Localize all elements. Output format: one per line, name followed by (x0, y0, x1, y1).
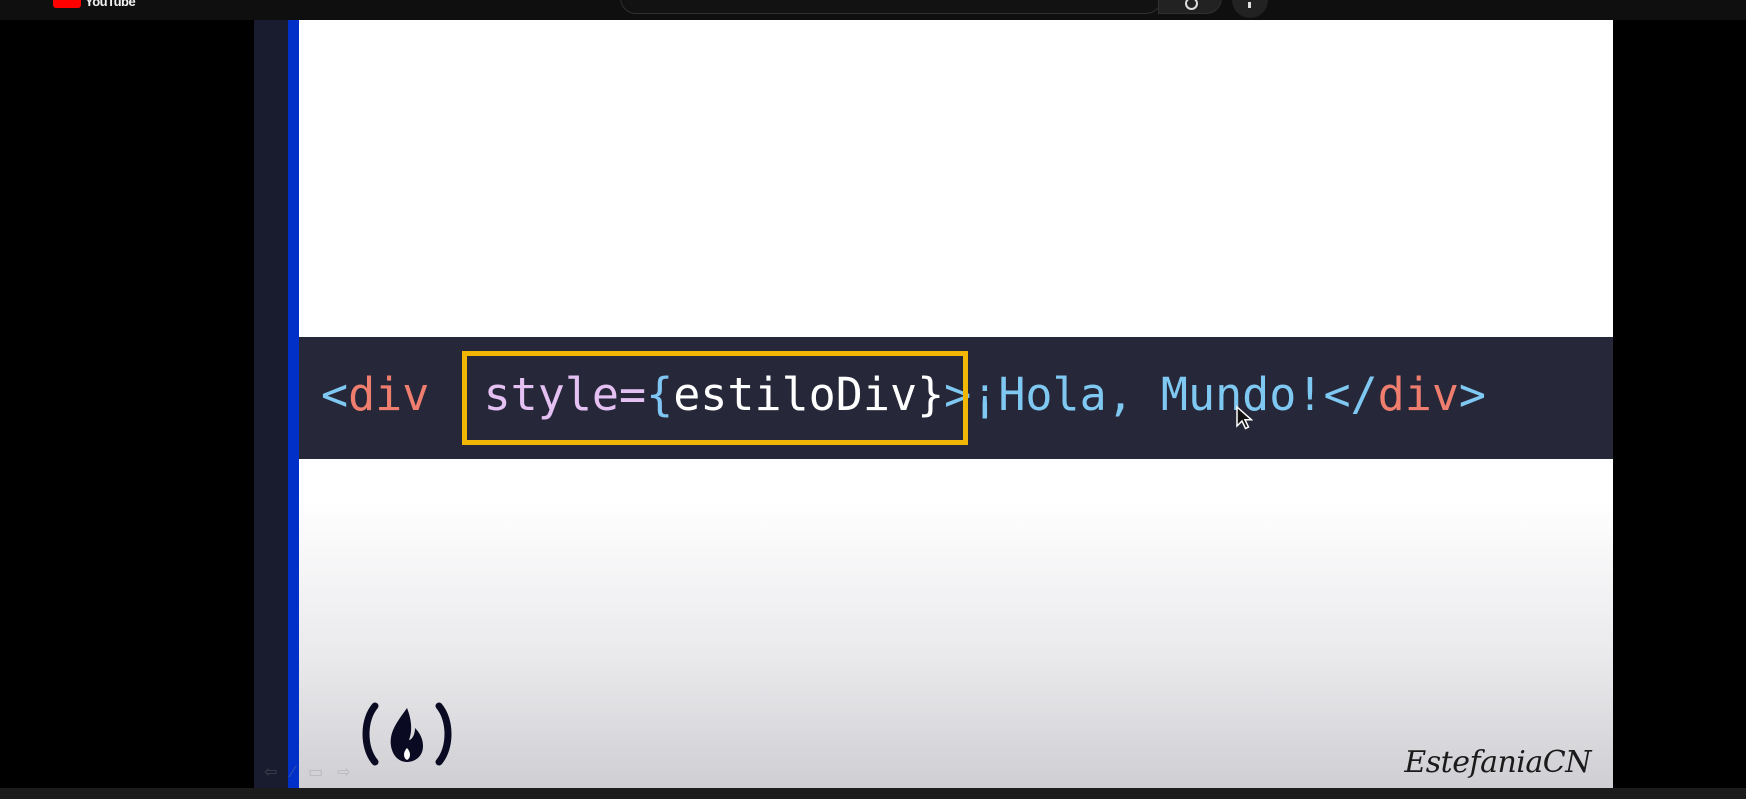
code-highlight-box (462, 351, 968, 445)
code-open-bracket: < (321, 368, 349, 421)
code-tag-close: div (1377, 368, 1459, 421)
slide-content: <div style={estiloDiv}>¡Hola, Mundo!</di… (299, 20, 1613, 788)
freecodecamp-logo-icon (361, 700, 453, 772)
player-progress-bar[interactable] (0, 788, 1746, 799)
youtube-logo-text: YouTube (85, 0, 136, 9)
youtube-logo[interactable]: YouTube (53, 0, 136, 9)
code-end-open: </ (1323, 368, 1378, 421)
code-content: ¡Hola, Mundo! (971, 368, 1324, 421)
arrow-left-icon[interactable]: ⇦ (264, 762, 277, 781)
arrow-right-icon[interactable]: ⇨ (337, 762, 350, 781)
voice-search-button[interactable] (1232, 0, 1268, 18)
code-end-close: > (1458, 368, 1487, 421)
search-icon (1185, 0, 1198, 10)
player-controls: ⇦ ⁄ ▭ ⇨ (264, 762, 351, 781)
slide-accent-bar (288, 20, 299, 788)
slide-left-panel (254, 20, 288, 788)
code-tag-open: div (348, 368, 430, 421)
mouse-pointer-icon (1235, 405, 1254, 435)
slides-icon[interactable]: ▭ (308, 762, 323, 781)
search-input[interactable] (620, 0, 1162, 14)
microphone-icon (1248, 2, 1251, 8)
author-watermark: EstefaniaCN (1404, 745, 1591, 780)
youtube-play-icon (53, 0, 81, 8)
youtube-header: YouTube (0, 0, 1746, 20)
search-button[interactable] (1158, 0, 1222, 14)
code-snippet-band: <div style={estiloDiv}>¡Hola, Mundo!</di… (299, 337, 1613, 459)
pen-icon[interactable]: ⁄ (291, 762, 294, 781)
video-player[interactable]: <div style={estiloDiv}>¡Hola, Mundo!</di… (254, 20, 1613, 788)
